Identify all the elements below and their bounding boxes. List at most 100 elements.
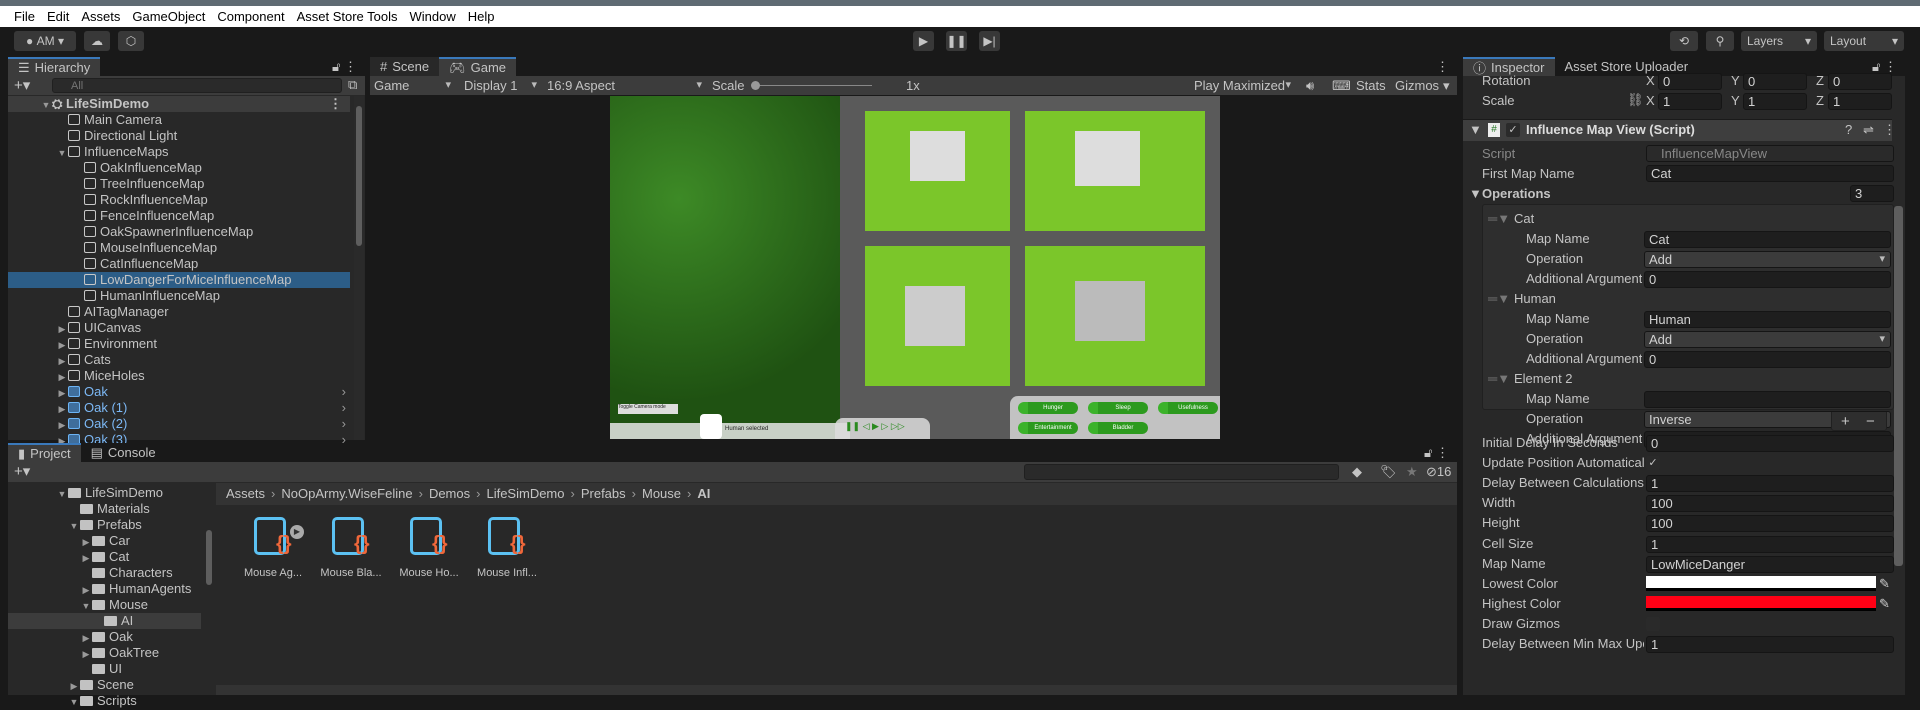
rotation-x-field[interactable]: 0 [1658,73,1722,90]
history-button[interactable]: ⟲ [1670,31,1698,51]
breadcrumb-item[interactable]: Mouse [642,486,681,501]
chevron-down-icon[interactable]: ▾ [1443,76,1450,94]
hidden-packages-button[interactable]: ⊘16 [1426,464,1451,480]
hierarchy-item[interactable]: OakSpawnerInfluenceMap [8,224,350,240]
rotation-z-field[interactable]: 0 [1828,73,1892,90]
asset-item[interactable]: {} Mouse Infl... [476,511,538,581]
scale-x-field[interactable]: 1 [1658,93,1722,110]
play-icon[interactable]: ▶ [290,525,304,539]
hierarchy-search-input[interactable] [52,78,342,93]
hierarchy-item[interactable]: ▶ UICanvas [8,320,350,336]
chevron-right-icon[interactable]: › [342,416,346,432]
hierarchy-item[interactable]: RockInfluenceMap [8,192,350,208]
project-folder[interactable]: ▼ Mouse [8,597,201,613]
breadcrumb-item[interactable]: Prefabs [581,486,626,501]
project-folder[interactable]: Materials [8,501,201,517]
need-button[interactable]: Bladder [1088,422,1148,434]
need-button[interactable]: Hunger [1018,402,1078,414]
hierarchy-item[interactable]: ▶ Oak (1) › [8,400,350,416]
scene-search-icon[interactable]: ⧉ [348,77,357,93]
layers-dropdown[interactable]: Layers ▾ [1741,31,1817,51]
camera-toggle-button[interactable]: Toggle Camera mode [618,404,678,414]
field-input[interactable]: 1 [1646,636,1894,653]
menu-gameobject[interactable]: GameObject [132,9,205,24]
chevron-right-icon[interactable]: › [342,384,346,400]
filter-type-icon[interactable]: ◆ [1352,464,1362,480]
project-folder[interactable]: UI [8,661,201,677]
need-button[interactable]: Usefulness [1158,402,1218,414]
breadcrumb-item[interactable]: NoOpArmy.WiseFeline [281,486,412,501]
project-folder[interactable]: ▶ Oak [8,629,201,645]
hierarchy-item[interactable]: ▶ MiceHoles [8,368,350,384]
menu-window[interactable]: Window [410,9,456,24]
tab-project[interactable]: ▮ Project [8,443,81,462]
panel-menu-icon[interactable]: 🔓︎ ⋮ [1424,443,1457,462]
expand-right-icon[interactable]: ▶ [56,337,68,353]
expand-right-icon[interactable]: ▶ [56,417,68,433]
field-input[interactable]: 1 [1646,475,1894,493]
hierarchy-item[interactable]: Directional Light [8,128,350,144]
play-mode-dropdown[interactable]: Play Maximized [1194,76,1296,94]
hierarchy-item[interactable]: ▼ InfluenceMaps [8,144,350,160]
project-folder[interactable]: ▼ Prefabs [8,517,201,533]
rotation-y-field[interactable]: 0 [1743,73,1807,90]
search-button[interactable]: ⚲ [1706,31,1734,51]
expand-right-icon[interactable]: ▶ [56,321,68,337]
add-element-button[interactable]: + [1841,413,1850,430]
tab-scene[interactable]: # Scene [370,57,440,76]
breadcrumb-item[interactable]: LifeSimDemo [486,486,564,501]
asset-item[interactable]: {} ▶ Mouse Ag... [242,511,304,581]
expand-down-icon[interactable]: ▼ [56,486,68,502]
menu-assets[interactable]: Assets [81,9,120,24]
hierarchy-item[interactable]: TreeInfluenceMap [8,176,350,192]
color-field[interactable] [1646,595,1876,611]
need-button[interactable]: Entertainment [1018,422,1078,434]
menu-file[interactable]: File [14,9,35,24]
hierarchy-item[interactable]: AITagManager [8,304,350,320]
game-view[interactable]: Toggle Camera mode Human selected ❚❚ ◁ ▶… [610,96,1220,439]
human-avatar[interactable] [700,414,722,439]
field-checkbox[interactable] [1646,616,1660,631]
operations-count-field[interactable]: 3 [1850,185,1894,202]
tab-console[interactable]: ▤ Console [81,443,166,462]
chevron-right-icon[interactable]: › [342,400,346,416]
scale-slider-thumb[interactable] [751,81,760,90]
panel-menu-icon[interactable]: ⋮ [1436,57,1457,76]
hierarchy-scrollbar[interactable] [354,96,364,440]
hierarchy-item[interactable]: MouseInfluenceMap [8,240,350,256]
hierarchy-item[interactable]: OakInfluenceMap [8,160,350,176]
expand-right-icon[interactable]: ▶ [56,369,68,385]
project-folder[interactable]: ▶ Cat [8,549,201,565]
expand-down-icon[interactable]: ▼ [40,97,52,113]
project-search-input[interactable] [1024,464,1339,480]
keyboard-icon[interactable]: ⌨ [1332,76,1351,94]
field-input[interactable]: LowMiceDanger [1646,555,1894,573]
project-folder[interactable]: ▼ LifeSimDemo [8,485,201,501]
hierarchy-item[interactable]: ▶ Oak (2) › [8,416,350,432]
operation-dropdown[interactable]: Add [1644,251,1891,268]
breadcrumb-item[interactable]: Assets [226,486,265,501]
hierarchy-item[interactable]: ▼ ⛭ LifeSimDemo ⋮ [8,96,350,112]
scale-z-field[interactable]: 1 [1828,93,1892,110]
hierarchy-item[interactable]: ▶ Cats [8,352,350,368]
field-input[interactable]: 0 [1646,435,1894,452]
asset-item[interactable]: {} Mouse Bla... [320,511,382,581]
services-button[interactable]: ⬡ [118,31,144,51]
first-map-name-field[interactable]: Cat [1646,165,1894,182]
step-button[interactable]: ▶| [979,31,1000,51]
time-controls[interactable]: ❚❚ ◁ ▶ ▷ ▷▷ [835,418,930,439]
field-checkbox[interactable]: ✓ [1646,456,1660,471]
view-dropdown[interactable]: Game [372,76,456,94]
cloud-button[interactable]: ☁ [84,31,110,51]
map-name-field[interactable] [1644,391,1891,408]
breadcrumb-item[interactable]: AI [697,486,710,501]
map-name-field[interactable]: Cat [1644,231,1891,248]
expand-right-icon[interactable]: ▶ [56,353,68,369]
tab-hierarchy[interactable]: ☰ Hierarchy [8,57,101,76]
expand-down-icon[interactable]: ▼ [68,694,80,710]
eyedropper-icon[interactable]: ✎ [1879,596,1890,612]
project-folder[interactable]: Characters [8,565,201,581]
expand-down-icon[interactable]: ▼ [68,518,80,534]
additional-argument-field[interactable]: 0 [1644,351,1891,368]
enabled-checkbox[interactable]: ✓ [1506,123,1520,137]
